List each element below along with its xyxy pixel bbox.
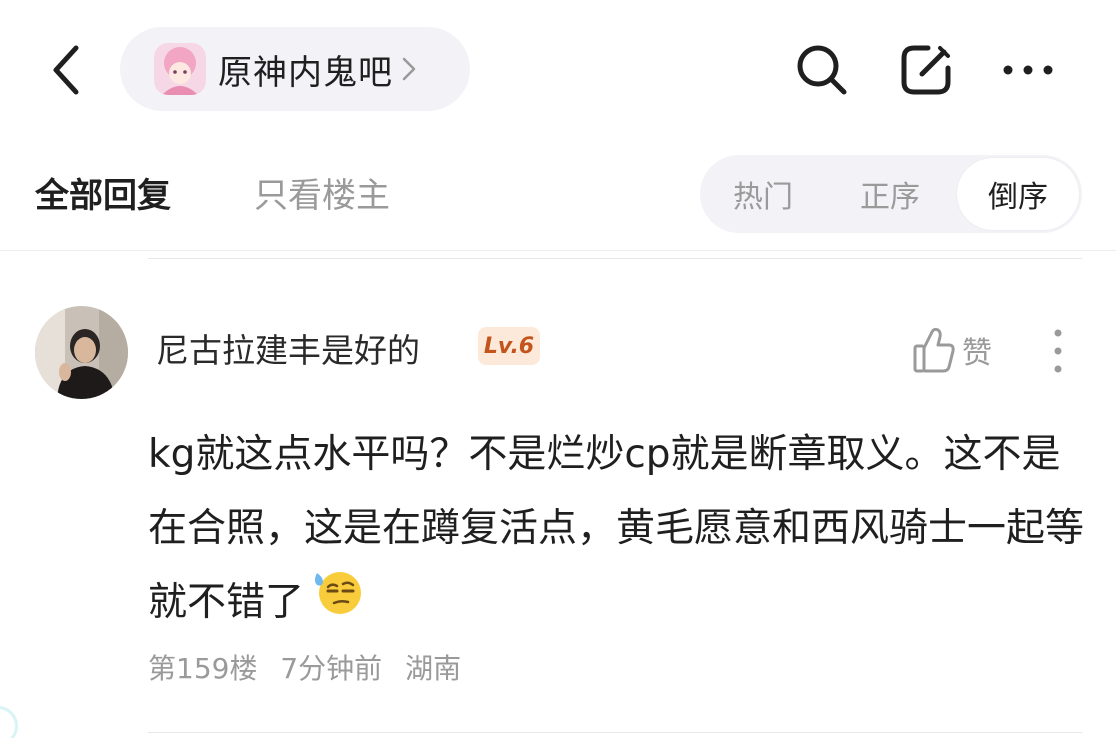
post-time: 7分钟前 [280, 652, 383, 685]
post-more-button[interactable] [1040, 326, 1076, 376]
post-location: 湖南 [405, 652, 462, 685]
back-button[interactable] [36, 40, 96, 100]
thumbs-up-icon [913, 327, 955, 373]
avatar[interactable] [35, 306, 128, 399]
search-icon [797, 45, 847, 95]
post-meta: 第159楼 7分钟前 湖南 [148, 647, 475, 687]
back-arrow-icon [53, 45, 79, 95]
level-badge: Lv.6 [478, 327, 540, 365]
top-bar: 原神内鬼吧 [0, 0, 1116, 136]
like-label: 赞 [962, 336, 992, 371]
chevron-right-icon [401, 55, 417, 83]
forum-avatar [154, 43, 206, 95]
edit-icon [901, 45, 951, 95]
forum-name: 原神内鬼吧 [218, 52, 393, 93]
floor-number: 第159楼 [148, 652, 258, 685]
more-horizontal-icon [1003, 65, 1053, 75]
tab-op-only[interactable]: 只看楼主 [254, 168, 390, 217]
more-button[interactable] [998, 40, 1058, 100]
post-content: kg就这点水平吗？不是烂炒cp就是断章取义。这不是在合照，这是在蹲复活点，黄毛愿… [148, 418, 1088, 642]
reply-tabs: 全部回复 只看楼主 热门 正序 倒序 [0, 150, 1116, 236]
divider [148, 258, 1082, 259]
sort-descending[interactable]: 倒序 [957, 158, 1079, 230]
forum-link[interactable]: 原神内鬼吧 [120, 27, 470, 111]
edit-button[interactable] [896, 40, 956, 100]
tab-all-replies[interactable]: 全部回复 [35, 168, 171, 217]
more-vertical-icon [1054, 329, 1062, 373]
username[interactable]: 尼古拉建丰是好的 [156, 324, 420, 372]
sweat-smirk-emoji-icon [312, 567, 364, 642]
sort-ascending[interactable]: 正序 [826, 155, 954, 233]
divider [148, 732, 1082, 733]
post-text: kg就这点水平吗？不是烂炒cp就是断章取义。这不是在合照，这是在蹲复活点，黄毛愿… [148, 432, 1085, 625]
like-button[interactable]: 赞 [912, 322, 992, 378]
divider [0, 250, 1116, 251]
search-button[interactable] [792, 40, 852, 100]
sort-hot[interactable]: 热门 [700, 155, 826, 233]
floating-button-edge[interactable] [0, 706, 18, 738]
sort-toggle: 热门 正序 倒序 [700, 155, 1082, 233]
